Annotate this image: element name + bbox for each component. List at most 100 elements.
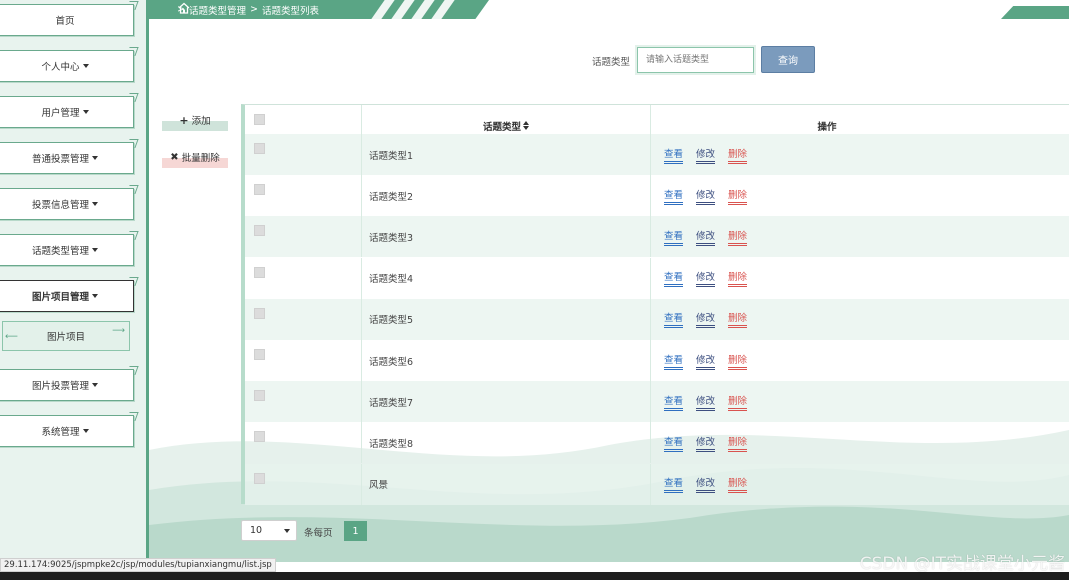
select-all-checkbox[interactable]: [254, 114, 265, 125]
delete-link[interactable]: 删除: [728, 187, 748, 205]
sidebar-item-label: 个人中心: [41, 62, 80, 73]
delete-link[interactable]: 删除: [728, 393, 748, 411]
row-ops-cell: 查看 修改 删除: [651, 175, 1069, 216]
row-type-cell: 风景: [362, 463, 651, 505]
edit-link[interactable]: 修改: [696, 393, 716, 411]
row-type-cell: 话题类型5: [362, 298, 651, 340]
row-ops-cell: 查看 修改 删除: [651, 258, 1069, 299]
delete-link[interactable]: 删除: [728, 269, 748, 288]
table-row: 话题类型6 查看 修改 删除: [245, 340, 1069, 381]
browser-status-url: 29.11.174:9025/jspmpke2c/jsp/modules/tup…: [0, 558, 276, 572]
delete-link[interactable]: 删除: [728, 434, 748, 452]
view-link[interactable]: 查看: [664, 146, 684, 164]
search-button[interactable]: 查询: [761, 46, 815, 73]
edit-link[interactable]: 修改: [696, 146, 716, 164]
row-ops-cell: 查看 修改 删除: [651, 134, 1069, 175]
row-type-value: 风景: [369, 480, 389, 492]
row-checkbox[interactable]: [254, 390, 265, 402]
row-checkbox[interactable]: [254, 307, 265, 319]
breadcrumb-level1[interactable]: 话题类型管理: [189, 3, 246, 17]
sidebar-item-label: 图片项目管理: [31, 292, 89, 303]
delete-link[interactable]: 删除: [728, 475, 748, 494]
caret-down-icon: [92, 202, 98, 206]
delete-link[interactable]: 删除: [728, 146, 748, 164]
sidebar-item-topic-type-management[interactable]: 话题类型管理: [0, 234, 134, 266]
row-type-value: 话题类型7: [369, 397, 414, 409]
row-ops-cell: 查看 修改 删除: [651, 299, 1069, 340]
delete-link[interactable]: 删除: [728, 228, 748, 246]
row-check-cell: [245, 257, 362, 299]
sidebar-item-label: 首页: [55, 16, 75, 27]
sidebar-item-user-management[interactable]: 用户管理: [0, 96, 134, 128]
edit-link[interactable]: 修改: [696, 187, 716, 205]
row-type-cell: 话题类型3: [362, 216, 651, 258]
sidebar-item-image-project-management[interactable]: 图片项目管理: [0, 280, 134, 312]
view-link[interactable]: 查看: [664, 228, 684, 246]
row-checkbox[interactable]: [254, 143, 265, 154]
row-check-cell: [245, 422, 362, 464]
table-row: 话题类型3 查看 修改 删除: [245, 216, 1069, 258]
delete-link[interactable]: 删除: [728, 352, 748, 370]
data-table: 话题类型 操作 话题类型1 查看 修改 删除 话题类型2 查看 修改 删除 话题类型3 查看 修改删…: [241, 104, 1069, 505]
batch-delete-button[interactable]: ✖ 批量删除: [162, 146, 228, 168]
table-row: 话题类型1 查看 修改 删除: [245, 134, 1069, 175]
edit-link[interactable]: 修改: [696, 310, 716, 329]
table-row: 话题类型2 查看 修改 删除: [245, 175, 1069, 217]
row-type-cell: 话题类型6: [362, 340, 651, 381]
table-row: 话题类型5 查看 修改 删除: [245, 298, 1069, 340]
page-button-1[interactable]: 1: [344, 521, 367, 541]
home-icon[interactable]: [177, 1, 191, 15]
search-label: 话题类型: [592, 57, 631, 68]
caret-down-icon: [92, 248, 98, 252]
sidebar-item-home[interactable]: 首页: [0, 4, 134, 36]
row-ops-cell: 查看 修改 删除: [651, 464, 1069, 505]
view-link[interactable]: 查看: [664, 393, 684, 411]
caret-down-icon: [82, 64, 89, 68]
row-checkbox[interactable]: [254, 184, 265, 196]
page-size-select[interactable]: 10: [241, 520, 297, 541]
arrow-left-icon: ⟵: [5, 332, 18, 342]
view-link[interactable]: 查看: [664, 310, 684, 329]
chevron-down-icon: [284, 529, 290, 533]
row-ops-cell: 查看 修改 删除: [651, 381, 1069, 422]
sidebar-item-personal-center[interactable]: 个人中心: [0, 50, 134, 82]
sidebar-item-system-management[interactable]: 系统管理: [0, 415, 134, 447]
row-checkbox[interactable]: [254, 472, 265, 484]
row-type-value: 话题类型4: [369, 274, 414, 286]
caret-down-icon: [92, 156, 98, 160]
arrow-right-icon: ⟶: [112, 326, 125, 336]
search-input[interactable]: [637, 47, 754, 73]
edit-link[interactable]: 修改: [696, 269, 716, 288]
edit-link[interactable]: 修改: [696, 228, 716, 246]
row-type-value: 话题类型3: [369, 232, 414, 244]
sidebar: 首页 个人中心 用户管理 普通投票管理 投票信息管理 话题类型管理 图片项目管理…: [0, 0, 149, 562]
view-link[interactable]: 查看: [664, 352, 684, 370]
row-ops-cell: 查看 修改 删除: [651, 216, 1069, 257]
submenu-item-image-project[interactable]: ⟵ 图片项目 ⟶: [2, 321, 130, 351]
breadcrumb-level2: 话题类型列表: [261, 5, 319, 17]
sidebar-item-vote-info-management[interactable]: 投票信息管理: [0, 188, 134, 220]
edit-link[interactable]: 修改: [696, 475, 716, 494]
submenu-item-label: 图片项目: [46, 332, 85, 343]
add-button[interactable]: + 添加: [162, 109, 228, 131]
view-link[interactable]: 查看: [664, 475, 684, 494]
edit-link[interactable]: 修改: [696, 352, 716, 370]
view-link[interactable]: 查看: [664, 187, 684, 205]
header-corner-decoration: [1001, 6, 1069, 19]
row-check-cell: [245, 381, 362, 423]
row-type-cell: 话题类型1: [362, 134, 651, 175]
row-checkbox[interactable]: [254, 349, 265, 360]
view-link[interactable]: 查看: [664, 269, 684, 288]
sort-icon[interactable]: [523, 121, 529, 130]
row-checkbox[interactable]: [254, 225, 265, 237]
edit-link[interactable]: 修改: [696, 434, 716, 452]
view-link[interactable]: 查看: [664, 434, 684, 452]
row-checkbox[interactable]: [254, 266, 265, 278]
delete-link[interactable]: 删除: [728, 310, 748, 329]
caret-down-icon: [82, 429, 89, 433]
batch-delete-button-label: 批量删除: [181, 153, 220, 164]
close-icon: ✖: [170, 151, 179, 163]
sidebar-item-normal-vote-management[interactable]: 普通投票管理: [0, 142, 134, 174]
sidebar-item-image-vote-management[interactable]: 图片投票管理: [0, 369, 134, 401]
row-checkbox[interactable]: [254, 431, 265, 443]
